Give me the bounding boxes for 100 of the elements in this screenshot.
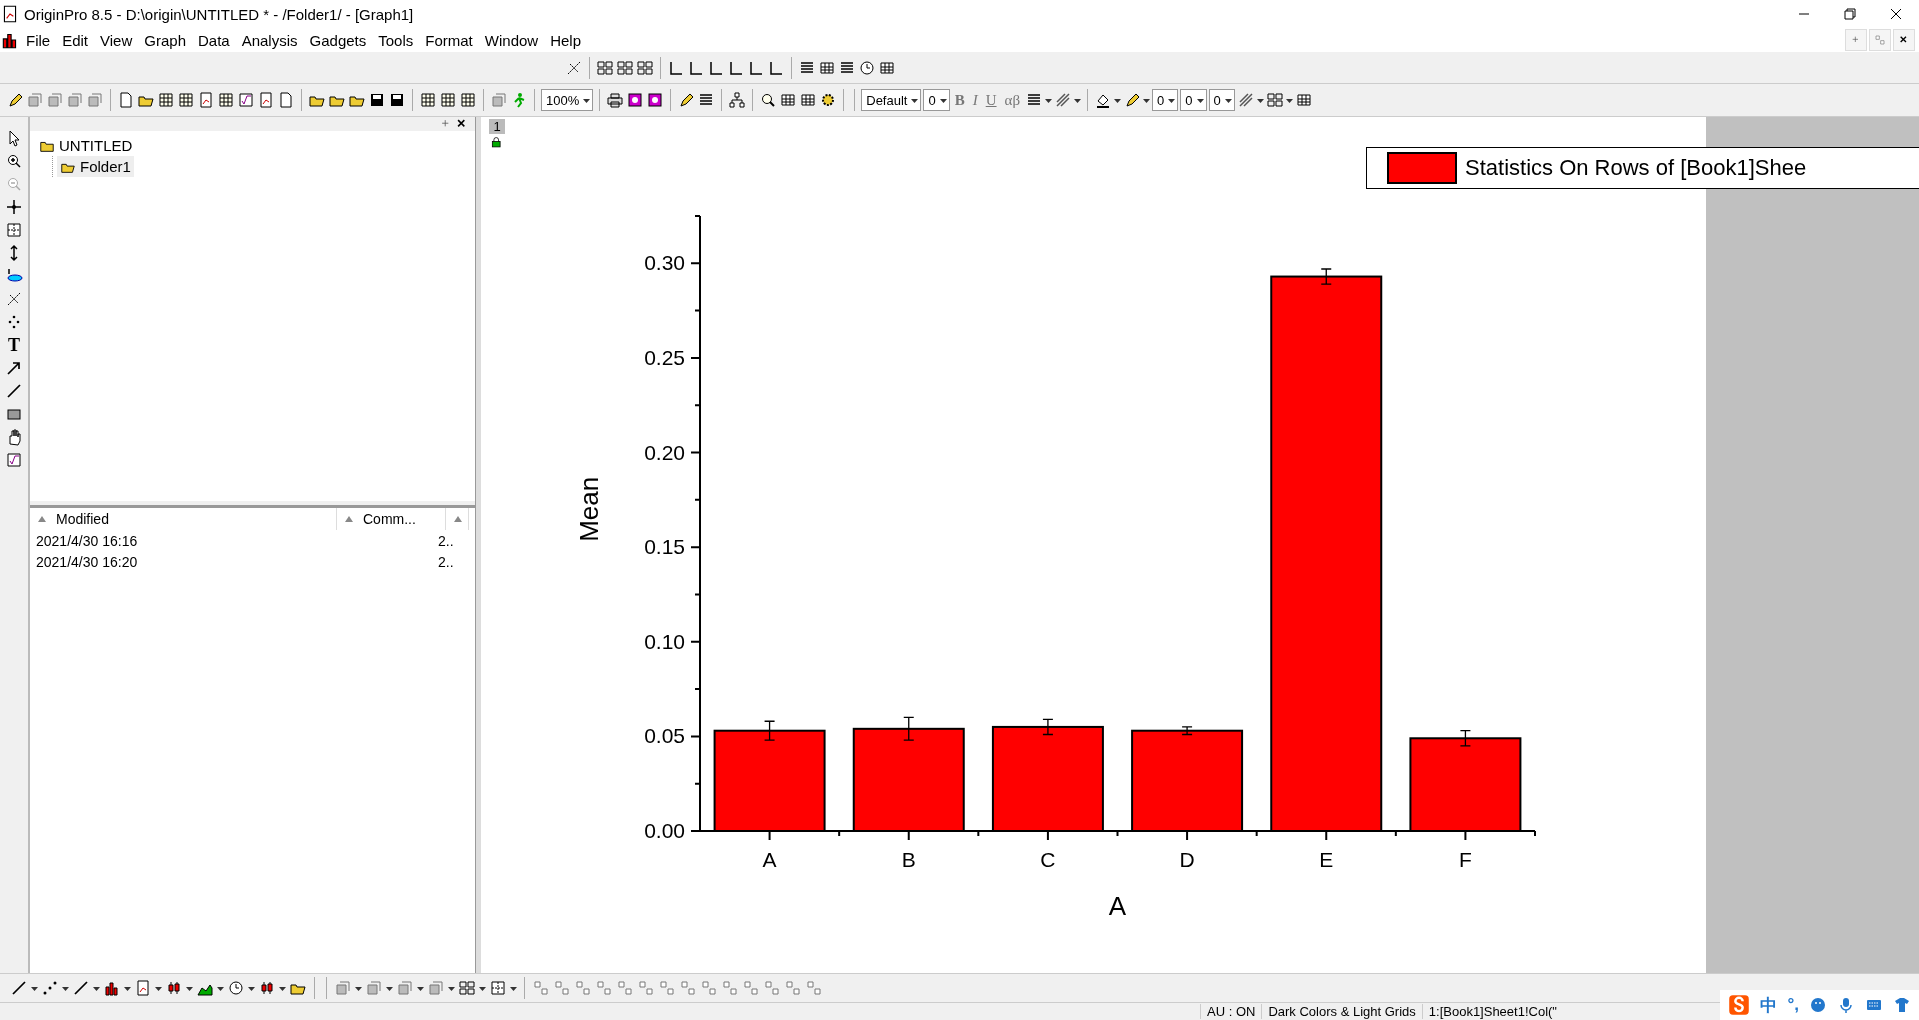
legend-swatch xyxy=(1387,152,1457,184)
table-cell: 2.. xyxy=(438,553,454,570)
menu-item[interactable]: Window xyxy=(478,31,545,49)
menu-item[interactable]: Data xyxy=(192,31,236,49)
emoji-icon[interactable] xyxy=(1809,996,1827,1014)
pattern-icon[interactable] xyxy=(1054,91,1073,109)
format-button[interactable]: I xyxy=(969,91,981,109)
window-title: OriginPro 8.5 - D:\origin\UNTITLED * - /Folder1/ - [Graph1] xyxy=(24,5,415,23)
shirt-icon[interactable] xyxy=(1893,996,1911,1014)
edit-icon[interactable] xyxy=(677,91,696,109)
menu-item[interactable]: Gadgets xyxy=(303,31,373,49)
x-tick-label: D xyxy=(1179,848,1195,871)
new-document-icon[interactable] xyxy=(117,91,135,109)
table-icon[interactable] xyxy=(1294,91,1313,109)
ime-logo-icon[interactable] xyxy=(1728,994,1751,1016)
color-icon[interactable] xyxy=(646,91,665,109)
status-text: AU : ON xyxy=(1200,1004,1262,1019)
layer-grid-icon[interactable] xyxy=(636,58,654,77)
formula-icon[interactable] xyxy=(5,451,23,469)
table-cell-text: 2021/4/30 16:20 xyxy=(36,553,139,570)
line-width-dropdown[interactable]: 0 xyxy=(1208,89,1235,111)
zoom-dropdown[interactable]: 100% xyxy=(541,89,594,111)
clock-icon[interactable] xyxy=(858,58,876,77)
format-button[interactable]: U xyxy=(982,91,1000,109)
x-tick-label: C xyxy=(1040,848,1056,871)
y-tick-label: 0.15 xyxy=(644,535,685,559)
line-icon[interactable] xyxy=(5,382,23,400)
line-width-dropdown[interactable]: 0 xyxy=(1152,89,1179,111)
y-tick-label: 0.20 xyxy=(644,440,685,464)
spreadsheet-icon[interactable] xyxy=(439,91,457,109)
layer-tab[interactable]: 1 xyxy=(489,119,505,134)
font-dropdown[interactable]: Default xyxy=(861,89,922,111)
close-button[interactable] xyxy=(1893,29,1915,51)
menu-item[interactable]: Tools xyxy=(372,31,420,49)
column-header[interactable]: Comm... xyxy=(363,511,416,527)
sort-arrow-icon[interactable] xyxy=(38,516,46,522)
chart-document-icon[interactable] xyxy=(197,91,215,109)
pencil-icon[interactable] xyxy=(6,91,24,109)
x-tick-label: B xyxy=(901,848,916,871)
column-chart-icon[interactable] xyxy=(103,979,121,997)
menu-item[interactable]: File xyxy=(20,31,57,49)
menu-item[interactable]: Help xyxy=(544,31,587,49)
spreadsheet-icon[interactable] xyxy=(157,91,175,109)
arrow-icon[interactable] xyxy=(5,359,23,377)
menu-item[interactable]: Graph xyxy=(138,31,192,49)
zoom-in-icon[interactable] xyxy=(5,152,23,170)
x-tick-label: E xyxy=(1319,848,1334,871)
text-tool[interactable]: T xyxy=(8,336,20,354)
microphone-icon[interactable] xyxy=(1837,996,1855,1014)
spreadsheet-icon[interactable] xyxy=(217,91,235,109)
hierarchy-icon[interactable] xyxy=(728,91,747,109)
scatter-plot-icon[interactable] xyxy=(41,979,59,997)
error-bar xyxy=(1459,730,1472,747)
spreadsheet-icon[interactable] xyxy=(177,91,195,109)
save-icon[interactable] xyxy=(368,91,386,109)
close-icon xyxy=(1890,8,1902,20)
x-tick-label: A xyxy=(762,848,777,871)
layer-grid-icon[interactable] xyxy=(616,58,634,77)
table-icon[interactable] xyxy=(779,91,798,109)
stock-chart-icon[interactable] xyxy=(258,979,276,997)
save-icon[interactable] xyxy=(388,91,406,109)
sort-arrow-icon[interactable] xyxy=(454,516,462,522)
error-bar xyxy=(763,720,776,741)
menu-item[interactable]: Edit xyxy=(56,31,95,49)
column-header[interactable]: Modified xyxy=(56,511,109,527)
menu-item[interactable]: Analysis xyxy=(235,31,304,49)
line-symbol-icon[interactable] xyxy=(72,979,90,997)
y-tick-label: 0.25 xyxy=(644,345,685,369)
greek-button[interactable]: αβ xyxy=(1001,91,1024,109)
menu-item[interactable]: Format xyxy=(419,31,479,49)
spreadsheet-icon[interactable] xyxy=(419,91,437,109)
print-icon[interactable] xyxy=(606,91,625,109)
line-plot-icon[interactable] xyxy=(10,979,28,997)
tree-item[interactable]: Folder1 xyxy=(57,156,134,177)
error-bar xyxy=(903,716,915,741)
grid-icon[interactable] xyxy=(1265,91,1284,109)
line-width-dropdown[interactable]: 0 xyxy=(1180,89,1207,111)
ellipse-icon[interactable] xyxy=(5,267,23,285)
line-color-icon[interactable] xyxy=(1123,91,1142,109)
y-tick-label: 0.05 xyxy=(644,724,685,748)
y-tick-label: 0.10 xyxy=(644,629,685,653)
region-icon[interactable] xyxy=(5,221,23,239)
box-chart-icon[interactable] xyxy=(165,979,183,997)
chart-document-icon[interactable] xyxy=(257,91,275,109)
spreadsheet-icon[interactable] xyxy=(459,91,477,109)
ime-mode[interactable]: 中 xyxy=(1760,993,1778,1017)
ime-punctuation[interactable]: °, xyxy=(1787,995,1799,1015)
format-button[interactable]: B xyxy=(951,91,968,109)
layer-frame-icon[interactable] xyxy=(596,58,614,77)
menu-item[interactable]: View xyxy=(94,31,139,49)
lock-icon[interactable] xyxy=(490,136,504,150)
legend-label: Statistics On Rows of [Book1]Shee xyxy=(1465,155,1807,181)
y-tick-label: 0.30 xyxy=(644,251,685,275)
sort-arrow-icon[interactable] xyxy=(345,516,353,522)
crosshair-icon[interactable] xyxy=(5,198,23,216)
table-cell: 2.. xyxy=(438,532,454,549)
status-text: Dark Colors & Light Grids xyxy=(1261,1004,1422,1019)
font-size-dropdown[interactable]: 0 xyxy=(923,89,950,111)
status-text: 1:[Book1]Sheet1!Col(" xyxy=(1421,1004,1563,1019)
tree-item[interactable]: UNTITLED xyxy=(36,135,136,156)
